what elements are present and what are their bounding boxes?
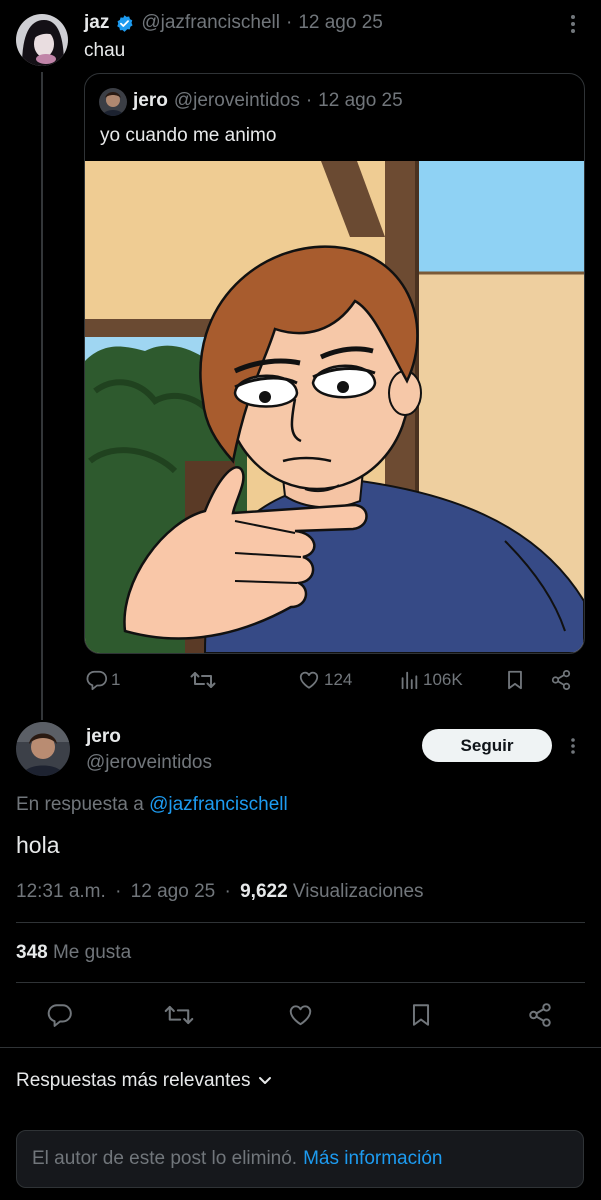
follow-button[interactable]: Seguir — [422, 729, 552, 762]
avatar — [99, 88, 127, 116]
avatar[interactable] — [16, 722, 70, 776]
like-button[interactable] — [287, 1002, 314, 1028]
views-label: Visualizaciones — [292, 881, 424, 902]
post-date[interactable]: 12 ago 25 — [298, 12, 383, 34]
avatar[interactable] — [16, 14, 68, 66]
like-count: 124 — [324, 670, 353, 689]
share-icon — [550, 669, 572, 691]
like-icon — [298, 669, 320, 691]
likes-summary[interactable]: 348 Me gusta — [16, 942, 131, 964]
deleted-post-notice: El autor de este post lo eliminó. Más in… — [16, 1130, 584, 1188]
reply-icon — [86, 669, 108, 691]
reply-count: 1 — [111, 670, 121, 689]
like-icon — [287, 1002, 314, 1028]
views-icon — [398, 669, 420, 691]
bookmark-icon — [504, 669, 526, 691]
more-icon[interactable] — [567, 737, 579, 755]
quote-date: 12 ago 25 — [318, 90, 403, 111]
thread-line — [41, 72, 43, 720]
bookmark-button[interactable] — [504, 669, 526, 691]
likes-count: 348 — [16, 942, 48, 963]
display-name[interactable]: jaz — [84, 12, 109, 34]
separator: · — [224, 881, 231, 902]
more-info-link[interactable]: Más información — [303, 1148, 442, 1170]
more-icon[interactable] — [566, 14, 580, 34]
views-count: 106K — [423, 670, 463, 689]
reply-prefix: En respuesta a — [16, 794, 144, 815]
likes-label: Me gusta — [52, 942, 132, 963]
separator: · — [285, 12, 293, 33]
reply-button[interactable] — [47, 1002, 73, 1028]
quote-display-name: jero — [133, 90, 168, 111]
repost-icon — [164, 1002, 194, 1028]
quote-image[interactable] — [85, 161, 584, 653]
views-button[interactable]: 106K — [398, 669, 463, 691]
display-name[interactable]: jero — [86, 726, 121, 748]
separator: · — [115, 881, 122, 902]
share-button[interactable] — [550, 669, 572, 691]
post-date[interactable]: 12 ago 25 — [131, 881, 216, 902]
repost-icon — [190, 669, 216, 691]
share-icon — [527, 1002, 553, 1028]
chevron-down-icon — [258, 1076, 272, 1086]
bookmark-button[interactable] — [408, 1002, 434, 1028]
quote-text: yo cuando me animo — [100, 125, 277, 146]
share-button[interactable] — [527, 1002, 553, 1028]
views-count: 9,622 — [240, 881, 288, 902]
bookmark-icon — [408, 1002, 434, 1028]
handle[interactable]: @jeroveintidos — [86, 752, 212, 774]
divider — [16, 922, 585, 923]
post-text: hola — [16, 832, 60, 858]
section-divider — [0, 1047, 601, 1048]
quote-card[interactable]: jero @jeroveintidos · 12 ago 25 yo cuand… — [84, 73, 585, 654]
sort-dropdown[interactable]: Respuestas más relevantes — [16, 1070, 272, 1092]
divider — [16, 982, 585, 983]
verified-badge-icon — [115, 14, 134, 33]
separator: · — [305, 90, 313, 111]
reply-button[interactable]: 1 — [86, 669, 120, 691]
handle[interactable]: @jazfrancischell — [141, 12, 280, 34]
sort-label: Respuestas más relevantes — [16, 1070, 251, 1091]
reply-to-link[interactable]: @jazfrancischell — [149, 794, 288, 815]
deleted-text: El autor de este post lo eliminó. — [32, 1148, 298, 1169]
repost-button[interactable] — [190, 669, 216, 691]
like-button[interactable]: 124 — [298, 669, 352, 691]
repost-button[interactable] — [164, 1002, 194, 1028]
quote-handle: @jeroveintidos — [173, 90, 300, 111]
post-time[interactable]: 12:31 a.m. — [16, 881, 106, 902]
post-text: chau — [84, 40, 126, 61]
reply-icon — [47, 1002, 73, 1028]
